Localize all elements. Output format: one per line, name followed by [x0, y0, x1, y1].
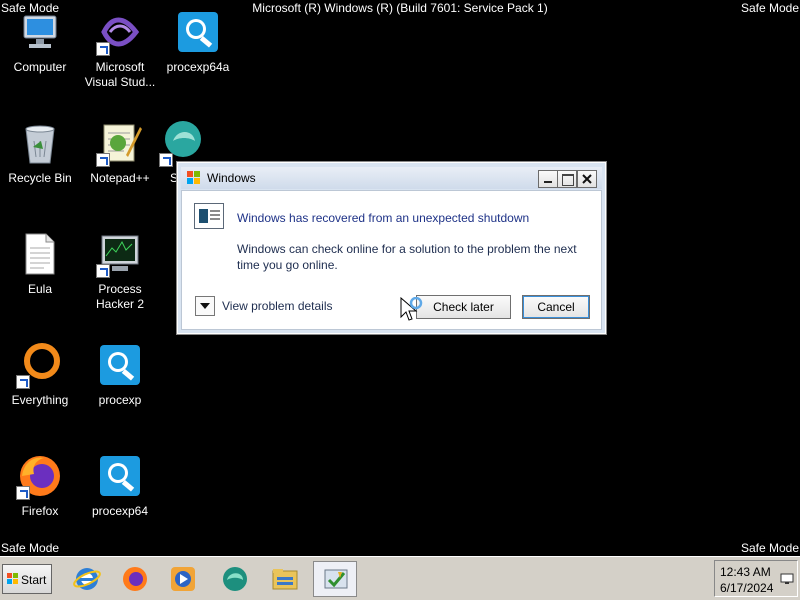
dialog-heading: Windows has recovered from an unexpected… — [237, 211, 530, 225]
desktop-icon-computer[interactable]: Computer — [0, 8, 80, 75]
dialog-title: Windows — [207, 171, 256, 185]
shortcut-arrow-icon — [96, 264, 110, 278]
maximize-button[interactable] — [557, 170, 577, 188]
safe-mode-label-bottom-left: Safe Mode — [1, 541, 60, 555]
everything-icon — [16, 341, 64, 389]
dialog-message: Windows can check online for a solution … — [237, 242, 577, 272]
close-icon — [582, 174, 592, 184]
close-button[interactable] — [577, 170, 597, 188]
start-label: Start — [21, 573, 47, 587]
desktop-icon-everything[interactable]: Everything — [0, 341, 80, 408]
view-details-label[interactable]: View problem details — [222, 299, 333, 313]
minimize-button[interactable] — [538, 170, 558, 188]
safe-mode-label-bottom-right: Safe Mode — [740, 541, 799, 555]
dialog-body: Windows has recovered from an unexpected… — [181, 190, 602, 330]
document-icon — [16, 230, 64, 278]
taskbar-media-player[interactable] — [161, 561, 205, 597]
desktop-icon-procexp[interactable]: procexp — [80, 341, 160, 408]
firefox-icon — [121, 565, 149, 593]
firefox-icon — [16, 452, 64, 500]
shortcut-arrow-icon — [96, 42, 110, 56]
procexp-icon — [96, 452, 144, 500]
internet-explorer-icon — [73, 565, 101, 593]
computer-icon — [16, 8, 64, 56]
desktop-icon-visual-studio[interactable]: Microsoft Visual Stud... — [80, 8, 160, 90]
desktop-icon-procexp64[interactable]: procexp64 — [80, 452, 160, 519]
display-icon[interactable] — [780, 572, 794, 586]
edge-icon — [221, 565, 249, 593]
view-details-toggle[interactable] — [195, 296, 215, 316]
dialog-titlebar[interactable]: Windows — [181, 167, 602, 189]
desktop-icon-eula[interactable]: Eula — [0, 230, 80, 297]
desktop-icon-notepadpp[interactable]: Notepad++ — [80, 119, 160, 186]
windows-flag-icon — [187, 171, 201, 185]
recycle-bin-icon — [16, 119, 64, 167]
shortcut-arrow-icon — [16, 486, 30, 500]
windows-flag-icon — [7, 573, 19, 585]
explorer-icon — [271, 565, 299, 593]
procexp-icon — [96, 341, 144, 389]
recovery-dialog: Windows Windows has recovered from an un… — [176, 161, 607, 335]
action-center-icon — [322, 566, 350, 594]
clock-time: 12:43 AM — [720, 565, 771, 579]
visual-studio-icon — [96, 8, 144, 56]
check-later-button[interactable]: Check later — [416, 295, 511, 319]
cancel-button[interactable]: Cancel — [522, 295, 590, 319]
shortcut-arrow-icon — [96, 153, 110, 167]
notepadpp-icon — [96, 119, 144, 167]
taskbar: Start 12:43 AM 6/17/2024 — [0, 556, 800, 600]
desktop-icon-firefox[interactable]: Firefox — [0, 452, 80, 519]
taskbar-firefox[interactable] — [113, 561, 157, 597]
shortcut-arrow-icon — [159, 153, 173, 167]
busy-cursor-icon — [400, 296, 430, 325]
process-hacker-icon — [96, 230, 144, 278]
start-button[interactable]: Start — [2, 564, 52, 594]
desktop-icon-procexp64a[interactable]: procexp64a — [158, 8, 238, 75]
clock-date: 6/17/2024 — [720, 581, 774, 595]
taskbar-internet-explorer[interactable] — [65, 561, 109, 597]
taskbar-edge[interactable] — [213, 561, 257, 597]
taskbar-action-center[interactable] — [313, 561, 357, 597]
procexp-icon — [174, 8, 222, 56]
shortcut-arrow-icon — [16, 375, 30, 389]
desktop-icon-recycle-bin[interactable]: Recycle Bin — [0, 119, 80, 186]
media-player-icon — [169, 565, 197, 593]
taskbar-explorer[interactable] — [263, 561, 307, 597]
desktop-icon-process-hacker[interactable]: Process Hacker 2 — [80, 230, 160, 312]
recovery-icon — [194, 203, 224, 229]
app-icon — [159, 119, 207, 167]
